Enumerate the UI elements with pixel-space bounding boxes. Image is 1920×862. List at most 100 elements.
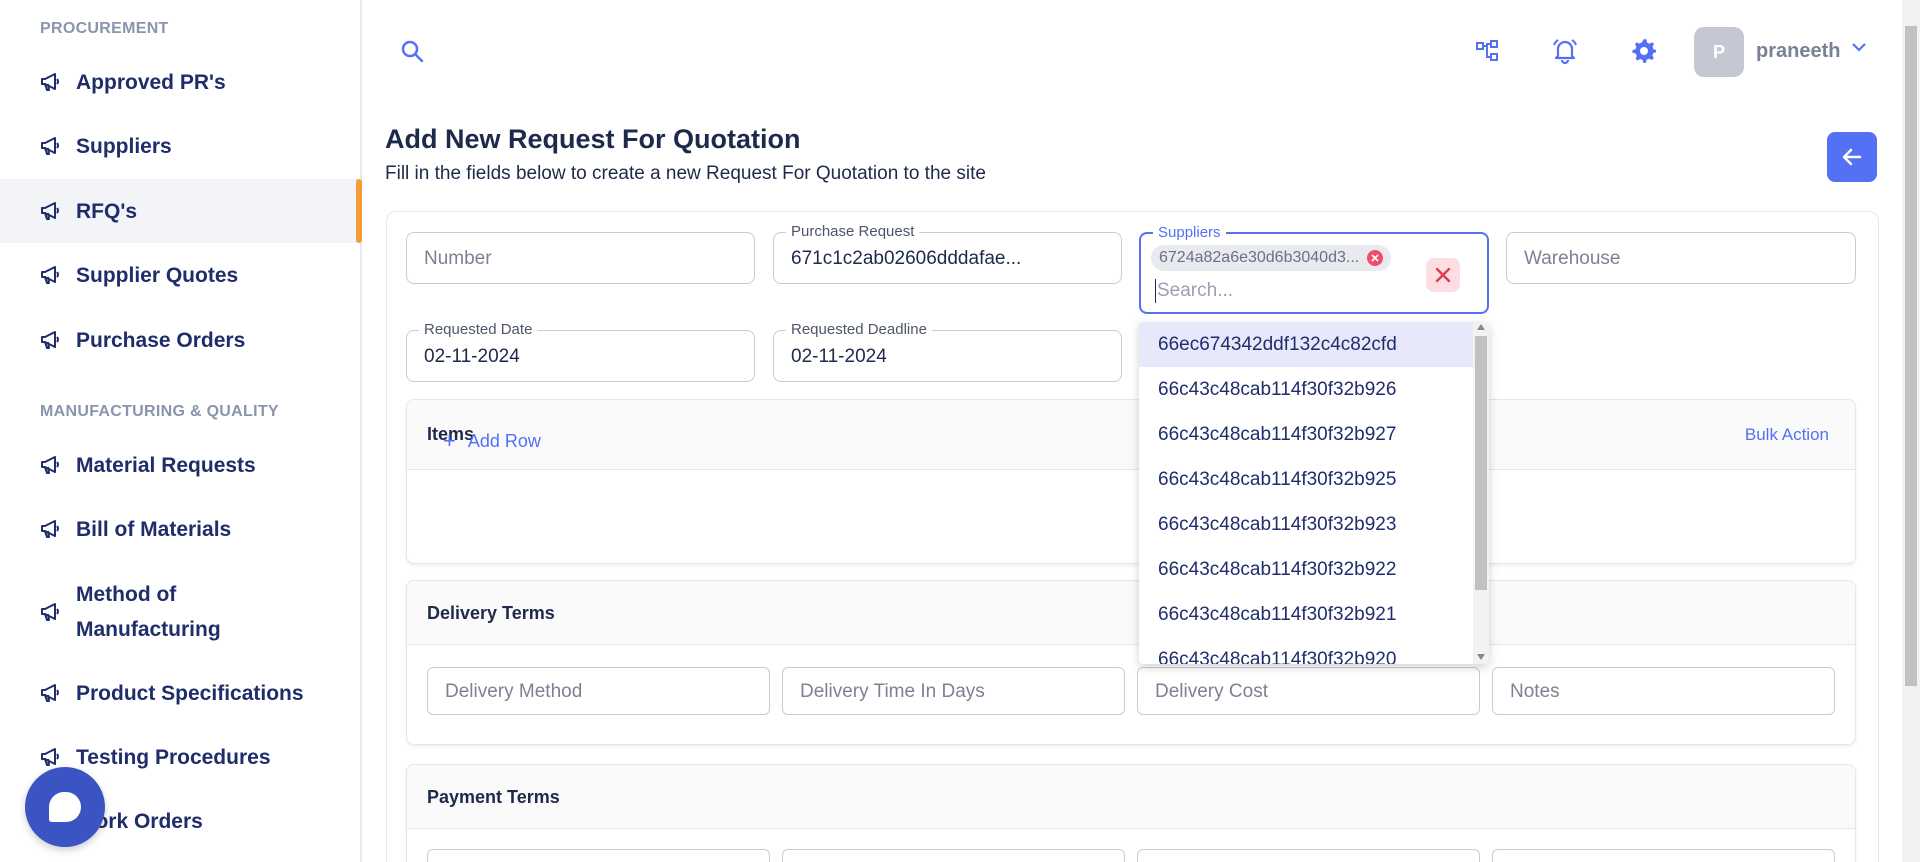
chip-remove-icon[interactable] xyxy=(1367,250,1384,266)
page-scrollbar[interactable] xyxy=(1902,0,1920,862)
delivery-title: Delivery Terms xyxy=(427,603,555,623)
dropdown-option[interactable]: 66c43c48cab114f30f32b927 xyxy=(1139,412,1489,457)
chevron-down-icon[interactable] xyxy=(1850,38,1868,61)
dropdown-option[interactable]: 66c43c48cab114f30f32b925 xyxy=(1139,457,1489,502)
dropdown-option[interactable]: 66c43c48cab114f30f32b921 xyxy=(1139,592,1489,637)
suppliers-dropdown[interactable]: 66ec674342ddf132c4c82cfd 66c43c48cab114f… xyxy=(1139,322,1489,664)
suppliers-field[interactable]: Suppliers 6724a82a6e30d6b3040d3... Searc… xyxy=(1139,225,1489,314)
dropdown-option[interactable]: 66c43c48cab114f30f32b920 xyxy=(1139,637,1489,665)
sidebar-item-suppliers[interactable]: Suppliers xyxy=(0,114,360,178)
megaphone-icon xyxy=(40,454,62,476)
sidebar: PROCUREMENT Approved PR's Suppliers RFQ'… xyxy=(0,0,362,862)
sidebar-item-label: Testing Procedures xyxy=(76,745,271,769)
plus-icon: + xyxy=(443,428,456,453)
page-scroll-thumb[interactable] xyxy=(1905,26,1917,686)
delivery-terms-section: Delivery Terms Delivery Method Delivery … xyxy=(406,580,1856,745)
number-field[interactable]: Number xyxy=(406,232,755,284)
dropdown-scroll-thumb[interactable] xyxy=(1475,336,1487,590)
close-icon xyxy=(1435,267,1451,283)
sidebar-item-label: Purchase Orders xyxy=(76,328,246,352)
sidebar-item-label: Product Specifications xyxy=(76,681,304,705)
dropdown-scrollbar[interactable] xyxy=(1473,322,1489,664)
org-chart-icon[interactable] xyxy=(1472,36,1502,66)
supplier-chip-label: 6724a82a6e30d6b3040d3... xyxy=(1159,249,1360,266)
sidebar-item-label: Bill of Materials xyxy=(76,517,232,541)
warehouse-field[interactable]: Warehouse xyxy=(1506,232,1856,284)
sidebar-item-product-specifications[interactable]: Product Specifications xyxy=(0,661,360,725)
dropdown-option[interactable]: 66c43c48cab114f30f32b923 xyxy=(1139,502,1489,547)
payment-field[interactable] xyxy=(1492,849,1835,862)
scroll-down-icon[interactable] xyxy=(1477,654,1485,660)
megaphone-icon xyxy=(40,746,62,768)
megaphone-icon xyxy=(40,200,62,222)
back-button[interactable] xyxy=(1827,132,1877,182)
purchase-request-label: Purchase Request xyxy=(786,224,920,240)
delivery-time-field[interactable]: Delivery Time In Days xyxy=(782,667,1125,715)
sidebar-item-bill-of-materials[interactable]: Bill of Materials xyxy=(0,497,360,561)
number-placeholder: Number xyxy=(424,248,492,269)
megaphone-icon xyxy=(40,682,62,704)
username[interactable]: praneeth xyxy=(1756,40,1840,63)
delivery-cost-placeholder: Delivery Cost xyxy=(1155,681,1268,702)
megaphone-icon xyxy=(40,264,62,286)
requested-deadline-value: 02-11-2024 xyxy=(791,346,887,367)
supplier-chip[interactable]: 6724a82a6e30d6b3040d3... xyxy=(1151,245,1392,271)
payment-title: Payment Terms xyxy=(427,787,560,807)
section-label-manufacturing: MANUFACTURING & QUALITY xyxy=(40,403,279,420)
suppliers-label: Suppliers xyxy=(1153,225,1226,241)
suppliers-search-input[interactable]: Search... xyxy=(1157,280,1233,302)
delivery-cost-field[interactable]: Delivery Cost xyxy=(1137,667,1480,715)
page-title: Add New Request For Quotation xyxy=(385,124,801,154)
requested-date-value: 02-11-2024 xyxy=(424,346,520,367)
gear-icon[interactable] xyxy=(1629,36,1659,66)
arrow-left-icon xyxy=(1842,148,1862,166)
requested-date-label: Requested Date xyxy=(419,322,538,338)
megaphone-icon xyxy=(40,601,62,623)
sidebar-item-label: Approved PR's xyxy=(76,70,226,94)
megaphone-icon xyxy=(40,518,62,540)
sidebar-item-supplier-quotes[interactable]: Supplier Quotes xyxy=(0,243,360,307)
requested-deadline-field[interactable]: Requested Deadline 02-11-2024 xyxy=(773,322,1122,382)
sidebar-item-rfqs[interactable]: RFQ's xyxy=(0,179,362,243)
scroll-up-icon[interactable] xyxy=(1477,324,1485,330)
sidebar-item-material-requests[interactable]: Material Requests xyxy=(0,433,360,497)
sidebar-item-label: Material Requests xyxy=(76,453,256,477)
dropdown-option[interactable]: 66c43c48cab114f30f32b926 xyxy=(1139,367,1489,412)
delivery-method-field[interactable]: Delivery Method xyxy=(427,667,770,715)
notes-field[interactable]: Notes xyxy=(1492,667,1835,715)
items-header: Items Bulk Action xyxy=(407,400,1855,470)
search-icon[interactable] xyxy=(397,36,427,66)
clear-button[interactable] xyxy=(1426,258,1460,292)
sidebar-item-label: Method of Manufacturing xyxy=(76,583,221,641)
chat-bubble-icon xyxy=(49,792,81,822)
items-section: Items Bulk Action + Add Row xyxy=(406,399,1856,564)
warehouse-placeholder: Warehouse xyxy=(1524,248,1621,269)
megaphone-icon xyxy=(40,135,62,157)
sidebar-item-label: RFQ's xyxy=(76,199,138,223)
notes-placeholder: Notes xyxy=(1510,681,1560,702)
dropdown-option[interactable]: 66ec674342ddf132c4c82cfd xyxy=(1139,322,1489,367)
sidebar-item-approved-prs[interactable]: Approved PR's xyxy=(0,50,360,114)
sidebar-item-method-of-manufacturing[interactable]: Method of Manufacturing xyxy=(0,564,360,660)
text-caret xyxy=(1155,279,1156,303)
requested-date-field[interactable]: Requested Date 02-11-2024 xyxy=(406,322,755,382)
bulk-action-button[interactable]: Bulk Action xyxy=(1745,425,1829,445)
delivery-method-placeholder: Delivery Method xyxy=(445,681,583,702)
delivery-header: Delivery Terms xyxy=(407,581,1855,645)
add-row-label: Add Row xyxy=(467,430,541,451)
payment-field[interactable] xyxy=(782,849,1125,862)
dropdown-option[interactable]: 66c43c48cab114f30f32b922 xyxy=(1139,547,1489,592)
avatar[interactable]: P xyxy=(1694,27,1744,77)
megaphone-icon xyxy=(40,71,62,93)
requested-deadline-label: Requested Deadline xyxy=(786,322,932,338)
bell-icon[interactable] xyxy=(1550,36,1580,66)
add-row-button[interactable]: + Add Row xyxy=(443,428,541,454)
sidebar-item-purchase-orders[interactable]: Purchase Orders xyxy=(0,308,360,372)
payment-field[interactable] xyxy=(1137,849,1480,862)
purchase-request-field[interactable]: Purchase Request 671c1c2ab02606dddafae..… xyxy=(773,224,1122,284)
chat-button[interactable] xyxy=(25,767,105,847)
section-label-procurement: PROCUREMENT xyxy=(40,20,169,37)
megaphone-icon xyxy=(40,329,62,351)
delivery-time-placeholder: Delivery Time In Days xyxy=(800,681,985,702)
payment-field[interactable] xyxy=(427,849,770,862)
